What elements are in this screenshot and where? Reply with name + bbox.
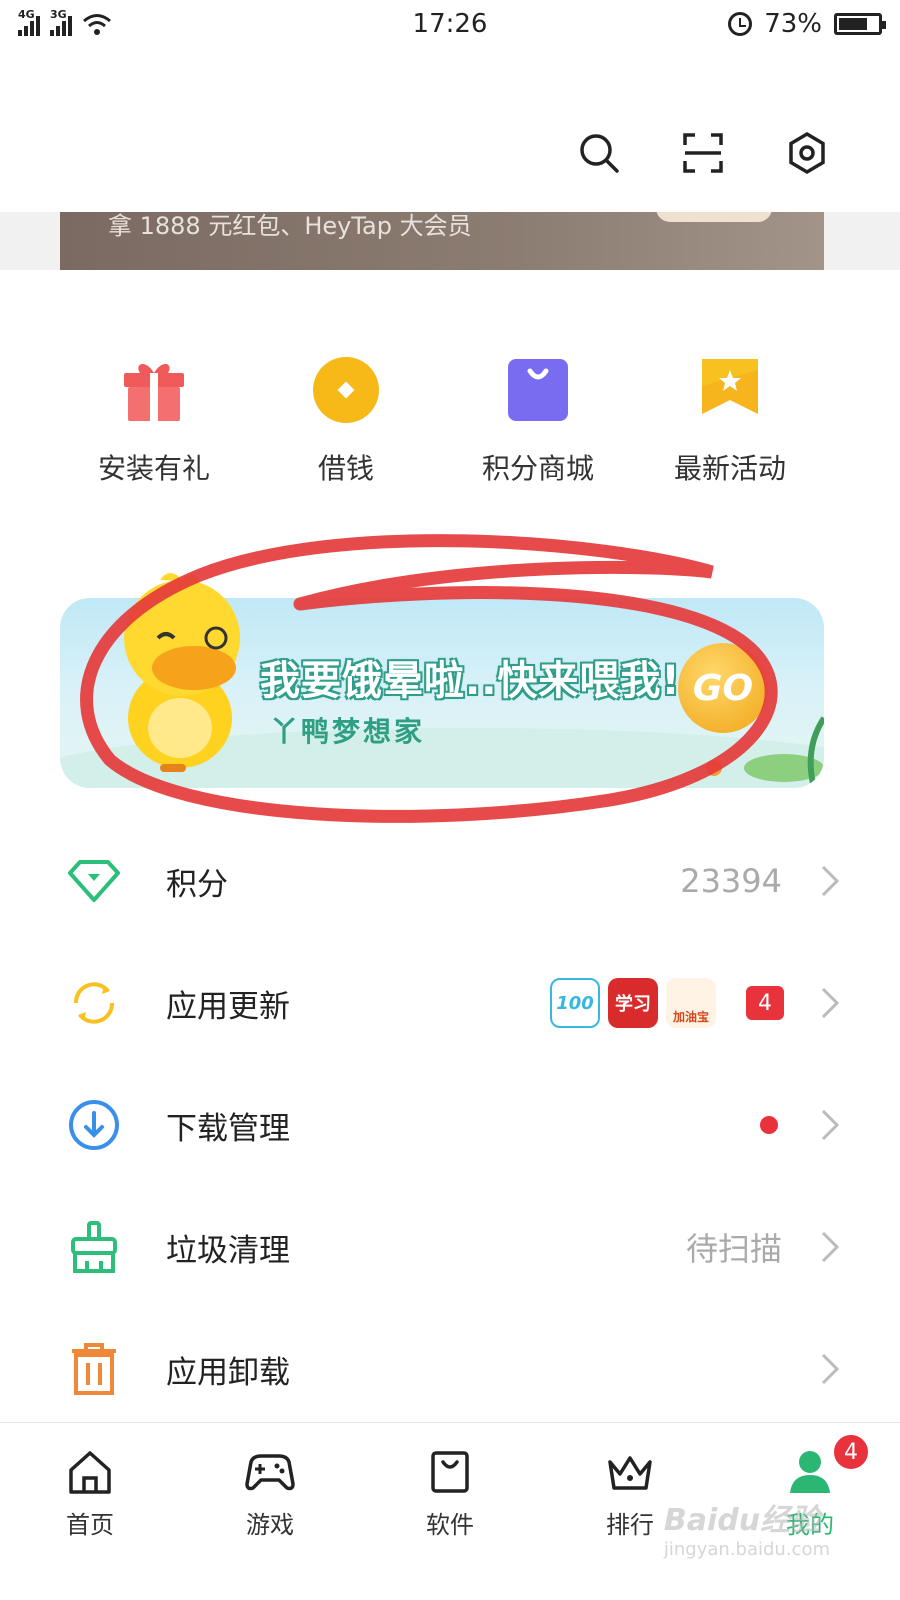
tab-games[interactable]: 游戏 xyxy=(180,1423,360,1600)
quick-action-borrow[interactable]: 借钱 xyxy=(250,355,442,487)
cleanup-status: 待扫描 xyxy=(685,1230,782,1268)
promo-strip: 拿 1888 元红包、HeyTap 大会员 xyxy=(0,212,900,270)
nav-label: 软件 xyxy=(426,1511,474,1539)
status-time: 17:26 xyxy=(412,9,488,39)
list-item-download-manager[interactable]: 下载管理 xyxy=(0,1064,900,1186)
signal-4g-icon: 4G xyxy=(18,8,40,36)
status-bar: 4G 3G 17:26 73% xyxy=(0,0,900,48)
home-icon xyxy=(65,1447,115,1497)
quick-action-points-mall[interactable]: 积分商城 xyxy=(442,355,634,487)
banner-subtitle: 丫鸭梦想家 xyxy=(270,715,426,748)
refresh-icon xyxy=(66,975,122,1031)
chevron-right-icon xyxy=(821,1109,840,1141)
list-item-app-uninstall[interactable]: 应用卸载 xyxy=(0,1308,900,1430)
app-thumb-100: 100 xyxy=(550,978,600,1028)
list-item-label: 下载管理 xyxy=(166,1110,290,1147)
network-type-2: 3G xyxy=(50,8,67,21)
tab-home[interactable]: 首页 xyxy=(0,1423,180,1600)
list-item-label: 应用卸载 xyxy=(166,1354,290,1391)
nav-label: 首页 xyxy=(66,1511,114,1539)
download-notification-dot xyxy=(760,1116,778,1134)
nav-label: 排行 xyxy=(606,1511,654,1539)
app-thumb-study: 学习 xyxy=(608,978,658,1028)
alarm-icon xyxy=(728,12,753,36)
user-icon xyxy=(785,1447,835,1497)
chevron-right-icon xyxy=(821,1353,840,1385)
broom-icon xyxy=(66,1219,122,1275)
coin-icon xyxy=(311,355,381,425)
gift-icon xyxy=(119,355,189,425)
banner-title: 我要饿晕啦..快来喂我! xyxy=(260,658,681,704)
nav-label: 游戏 xyxy=(246,1511,294,1539)
trash-icon xyxy=(66,1341,122,1397)
quick-action-label: 积分商城 xyxy=(481,452,594,485)
quick-action-label: 安装有礼 xyxy=(97,452,210,485)
scan-icon[interactable] xyxy=(680,130,726,176)
list-item-label: 应用更新 xyxy=(166,988,290,1025)
chevron-right-icon xyxy=(821,987,840,1019)
list-item-points[interactable]: 积分 23394 xyxy=(0,820,900,942)
app-thumb-jiayoubao: 加油宝 xyxy=(666,978,716,1028)
promo-text: 拿 1888 元红包、HeyTap 大会员 xyxy=(108,212,472,240)
gamepad-icon xyxy=(245,1447,295,1497)
watermark-brand: Baidu经验 xyxy=(663,1503,821,1538)
tab-software[interactable]: 软件 xyxy=(360,1423,540,1600)
quick-actions: 安装有礼 借钱 积分商城 最新活动 xyxy=(58,355,826,487)
chevron-right-icon xyxy=(821,1231,840,1263)
mine-badge: 4 xyxy=(832,1433,870,1471)
settings-icon[interactable] xyxy=(784,130,830,176)
wifi-icon xyxy=(82,12,112,36)
go-coin-icon: GO xyxy=(678,643,768,733)
search-icon[interactable] xyxy=(576,130,622,176)
battery-percent: 73% xyxy=(764,9,822,39)
diamond-icon xyxy=(66,853,122,909)
points-value: 23394 xyxy=(680,862,782,900)
header-toolbar xyxy=(576,130,830,176)
list-item-app-updates[interactable]: 应用更新 100 学习 加油宝 4 xyxy=(0,942,900,1064)
network-type-1: 4G xyxy=(18,8,35,21)
list-item-label: 垃圾清理 xyxy=(166,1232,290,1269)
duck-mascot-icon xyxy=(110,568,250,778)
quick-action-latest-events[interactable]: 最新活动 xyxy=(634,355,826,487)
list-item-label: 积分 xyxy=(166,866,228,903)
bag-icon xyxy=(425,1447,475,1497)
battery-icon xyxy=(834,13,886,35)
crown-icon xyxy=(605,1447,655,1497)
chevron-right-icon xyxy=(821,865,840,897)
list-item-junk-cleanup[interactable]: 垃圾清理 待扫描 xyxy=(0,1186,900,1308)
download-icon xyxy=(66,1097,122,1153)
star-flag-icon xyxy=(695,355,765,425)
shopping-bag-icon xyxy=(503,355,573,425)
update-app-thumbnails: 100 学习 加油宝 xyxy=(550,978,716,1028)
status-right: 73% xyxy=(728,9,886,39)
watermark: Baidu经验 jingyan.baidu.com xyxy=(664,1495,830,1560)
update-count-badge: 4 xyxy=(746,986,784,1020)
quick-action-label: 借钱 xyxy=(317,452,374,485)
settings-list: 积分 23394 应用更新 100 学习 加油宝 4 下载管理 垃圾清理 待扫描 xyxy=(0,820,900,1430)
watermark-url: jingyan.baidu.com xyxy=(663,1539,830,1560)
promo-button[interactable] xyxy=(656,212,772,222)
quick-action-label: 最新活动 xyxy=(673,452,786,485)
bottom-nav: 首页 游戏 软件 排行 我的 4 Baidu经验 jingyan.baidu.c… xyxy=(0,1422,900,1600)
promo-card[interactable]: 拿 1888 元红包、HeyTap 大会员 xyxy=(60,212,824,270)
status-left: 4G 3G xyxy=(18,8,112,36)
quick-action-install-gift[interactable]: 安装有礼 xyxy=(58,355,250,487)
signal-3g-icon: 3G xyxy=(50,8,72,36)
